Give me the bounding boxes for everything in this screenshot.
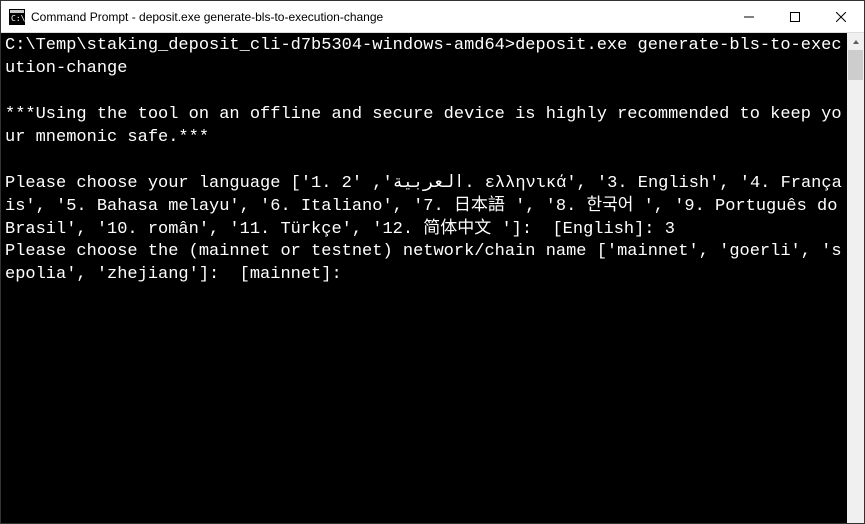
language-prompt: Please choose your language ['1. العربية… [5,174,847,239]
scrollbar-up-arrow[interactable] [847,33,864,50]
command-prompt-window: C:\ Command Prompt - deposit.exe generat… [0,0,865,524]
terminal-area: C:\Temp\staking_deposit_cli-d7b5304-wind… [1,33,864,523]
window-title: Command Prompt - deposit.exe generate-bl… [31,10,726,24]
prompt-path: C:\Temp\staking_deposit_cli-d7b5304-wind… [5,36,515,55]
svg-text:C:\: C:\ [11,14,25,23]
warning-text: ***Using the tool on an offline and secu… [5,105,842,147]
maximize-button[interactable] [772,1,818,32]
close-button[interactable] [818,1,864,32]
window-controls [726,1,864,32]
scrollbar-track[interactable] [847,50,864,523]
cmd-icon: C:\ [9,9,25,25]
terminal-content[interactable]: C:\Temp\staking_deposit_cli-d7b5304-wind… [1,33,847,523]
vertical-scrollbar[interactable] [847,33,864,523]
minimize-button[interactable] [726,1,772,32]
titlebar[interactable]: C:\ Command Prompt - deposit.exe generat… [1,1,864,33]
language-input: 3 [665,220,675,239]
scrollbar-thumb[interactable] [848,50,863,80]
network-prompt: Please choose the (mainnet or testnet) n… [5,242,842,284]
